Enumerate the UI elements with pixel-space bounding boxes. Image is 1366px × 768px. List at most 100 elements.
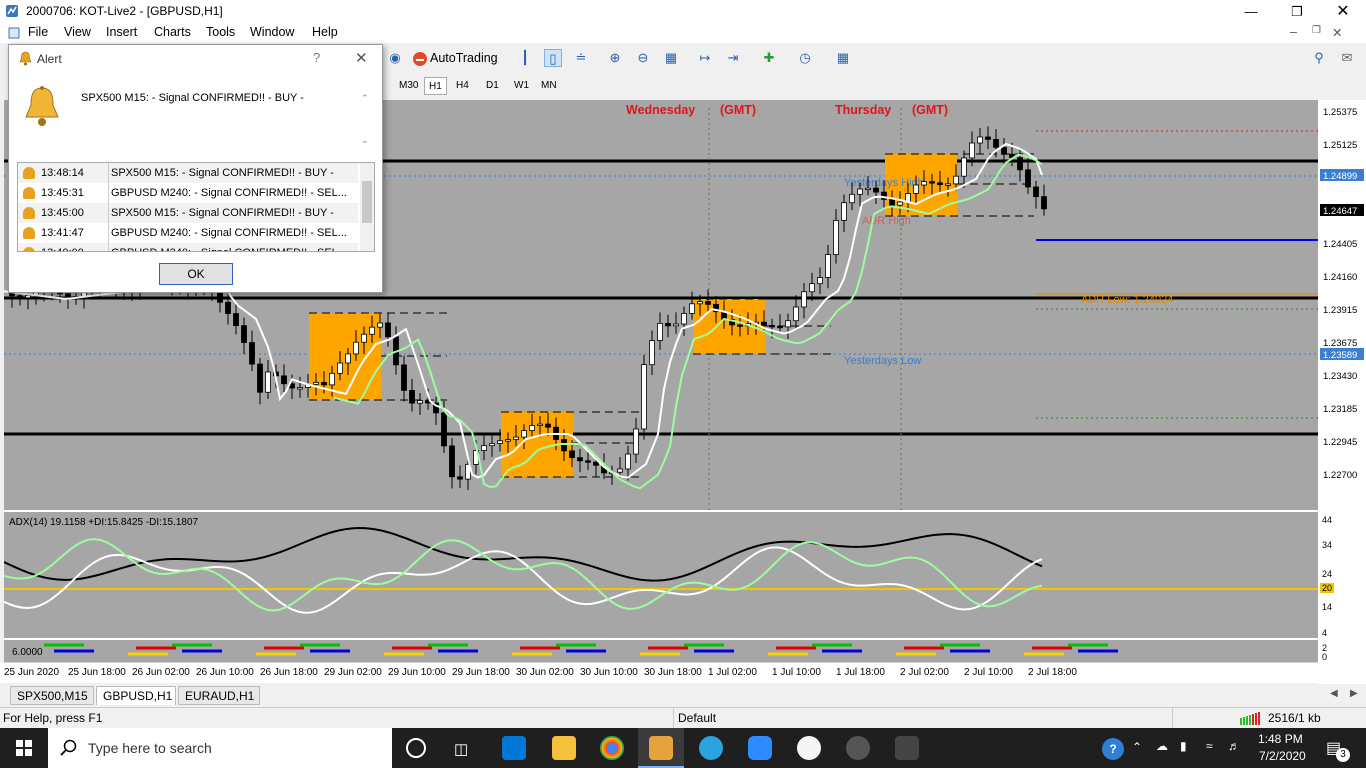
child-close-icon[interactable]: ✕ (1332, 25, 1342, 40)
line-chart-icon[interactable]: ≐ (572, 49, 590, 67)
price-tick: 1.23589 (1323, 350, 1357, 361)
clock-time[interactable]: 1:48 PM (1258, 732, 1303, 746)
navigator-icon[interactable]: ◉ (386, 49, 404, 67)
chrome-icon[interactable] (600, 736, 624, 760)
templates-icon[interactable]: ▦ (834, 49, 852, 67)
candle-body (897, 201, 903, 206)
alert-dialog[interactable]: Alert ? ✕ SPX500 M15: - Signal CONFIRMED… (8, 44, 383, 293)
time-tick: 30 Jun 18:00 (644, 667, 702, 678)
candle-body (361, 333, 367, 343)
zoom-out-icon[interactable]: ⊖ (634, 49, 652, 67)
tf-h1[interactable]: H1 (424, 77, 447, 95)
tf-m30[interactable]: M30 (395, 77, 422, 95)
alert-text: SPX500 M15: - Signal CONFIRMED!! - BUY - (108, 203, 358, 223)
menu-window[interactable]: Window (250, 25, 294, 39)
windows-start-icon[interactable] (16, 740, 32, 756)
menu-file[interactable]: File (28, 25, 48, 39)
restore-icon[interactable]: ❐ (1274, 0, 1320, 23)
alert-close-icon[interactable]: ✕ (355, 49, 368, 67)
indicator-label: ADX(14) 19.1158 +DI:15.8425 -DI:15.1807 (9, 517, 199, 528)
alert-text: GBPUSD M240: - Signal CONFIRMED!! - SEL.… (108, 223, 358, 243)
alert-help-button[interactable]: ? (313, 50, 320, 65)
tile-windows-icon[interactable]: ▦ (662, 49, 680, 67)
list-scrollbar[interactable] (360, 163, 374, 251)
candle-body (777, 325, 783, 329)
tab-euraud-h1[interactable]: EURAUD,H1 (178, 686, 260, 705)
ok-button[interactable]: OK (159, 263, 233, 285)
time-tick: 29 Jun 02:00 (324, 667, 382, 678)
time-tick: 1 Jul 10:00 (772, 667, 821, 678)
tab-scroll-left-icon[interactable]: ◀ (1330, 688, 1338, 699)
cloud-icon[interactable]: ☁ (1156, 739, 1168, 753)
candle-body (1033, 186, 1039, 198)
volume-icon[interactable]: ♬ (1228, 739, 1240, 753)
file-explorer-icon[interactable] (552, 736, 576, 760)
menu-insert[interactable]: Insert (106, 25, 137, 39)
taskbar-active-app[interactable] (638, 728, 684, 768)
minimize-icon[interactable]: — (1228, 0, 1274, 23)
periods-icon[interactable]: ◷ (796, 49, 814, 67)
autotrading-button[interactable]: AutoTrading (410, 48, 502, 70)
tab-gbpusd-h1[interactable]: GBPUSD,H1 (96, 686, 176, 705)
davinci-icon[interactable] (846, 736, 870, 760)
close-window-icon[interactable]: ✕ (1320, 0, 1366, 23)
alert-row[interactable]: 13:40:00 GBPUSD M240: - Signal CONFIRMED… (18, 243, 358, 251)
child-minimize-icon[interactable]: – (1290, 25, 1297, 39)
bar-chart-icon[interactable]: ┃ (516, 49, 534, 67)
tf-mn[interactable]: MN (537, 77, 561, 95)
alert-text: SPX500 M15: - Signal CONFIRMED!! - BUY - (108, 163, 358, 183)
help-icon[interactable]: ? (1102, 738, 1124, 760)
child-restore-icon[interactable]: ❐ (1312, 25, 1321, 36)
autoscroll-icon[interactable]: ↦ (696, 49, 714, 67)
telegram-icon[interactable] (699, 736, 723, 760)
price-tick: 1.23430 (1323, 371, 1357, 382)
candle-body (401, 364, 407, 391)
app-icon-generic[interactable] (895, 736, 919, 760)
menu-view[interactable]: View (64, 25, 91, 39)
candle-body (337, 362, 343, 374)
price-tick: 1.24160 (1323, 272, 1357, 283)
menu-tools[interactable]: Tools (206, 25, 235, 39)
tab-spx500-m15[interactable]: SPX500,M15 (10, 686, 94, 705)
alert-row[interactable]: 13:41:47 GBPUSD M240: - Signal CONFIRMED… (18, 223, 358, 243)
scrollbar-thumb[interactable] (362, 181, 372, 223)
search-icon[interactable]: ⚲ (1310, 49, 1328, 67)
scroll-up-icon[interactable]: ⌃ (361, 93, 369, 104)
alert-row[interactable]: 13:48:14 SPX500 M15: - Signal CONFIRMED!… (18, 163, 358, 183)
cortana-icon[interactable] (406, 738, 426, 758)
menu-help[interactable]: Help (312, 25, 338, 39)
chat-icon[interactable]: ✉ (1338, 49, 1356, 67)
zoom-in-icon[interactable]: ⊕ (606, 49, 624, 67)
store-icon[interactable] (502, 736, 526, 760)
tf-h4[interactable]: H4 (452, 77, 473, 95)
battery-icon[interactable]: ▮ (1180, 739, 1187, 753)
zoom-icon[interactable] (748, 736, 772, 760)
time-tick: 25 Jun 2020 (4, 667, 59, 678)
candle-body (657, 322, 663, 341)
profile-name[interactable]: Default (678, 711, 716, 725)
candle-body (457, 476, 463, 480)
candlestick-icon[interactable]: ▯ (544, 49, 562, 67)
taskbar-search-box[interactable]: Type here to search (48, 728, 392, 768)
chart-shift-icon[interactable]: ⇥ (724, 49, 742, 67)
menu-charts[interactable]: Charts (154, 25, 191, 39)
task-view-icon[interactable]: ◫ (454, 740, 468, 758)
candle-body (313, 382, 319, 385)
search-placeholder: Type here to search (88, 740, 212, 756)
indicators-icon[interactable]: ✚ (760, 49, 778, 67)
wifi-icon[interactable]: ≈ (1206, 739, 1213, 753)
chevron-up-icon[interactable]: ⌃ (1132, 740, 1142, 754)
itunes-icon[interactable] (797, 736, 821, 760)
tab-scroll-right-icon[interactable]: ▶ (1350, 688, 1358, 699)
scroll-down-icon[interactable]: ⌄ (361, 135, 369, 146)
alert-history-list[interactable]: 13:48:14 SPX500 M15: - Signal CONFIRMED!… (17, 162, 375, 252)
tf-w1[interactable]: W1 (510, 77, 533, 95)
clock-date[interactable]: 7/2/2020 (1259, 749, 1306, 763)
alert-row[interactable]: 13:45:00 SPX500 M15: - Signal CONFIRMED!… (18, 203, 358, 223)
candle-body (385, 322, 391, 338)
price-tick: 1.24405 (1323, 239, 1357, 250)
alert-row[interactable]: 13:45:31 GBPUSD M240: - Signal CONFIRMED… (18, 183, 358, 203)
time-tick: 26 Jun 02:00 (132, 667, 190, 678)
candle-body (961, 157, 967, 177)
tf-d1[interactable]: D1 (482, 77, 503, 95)
